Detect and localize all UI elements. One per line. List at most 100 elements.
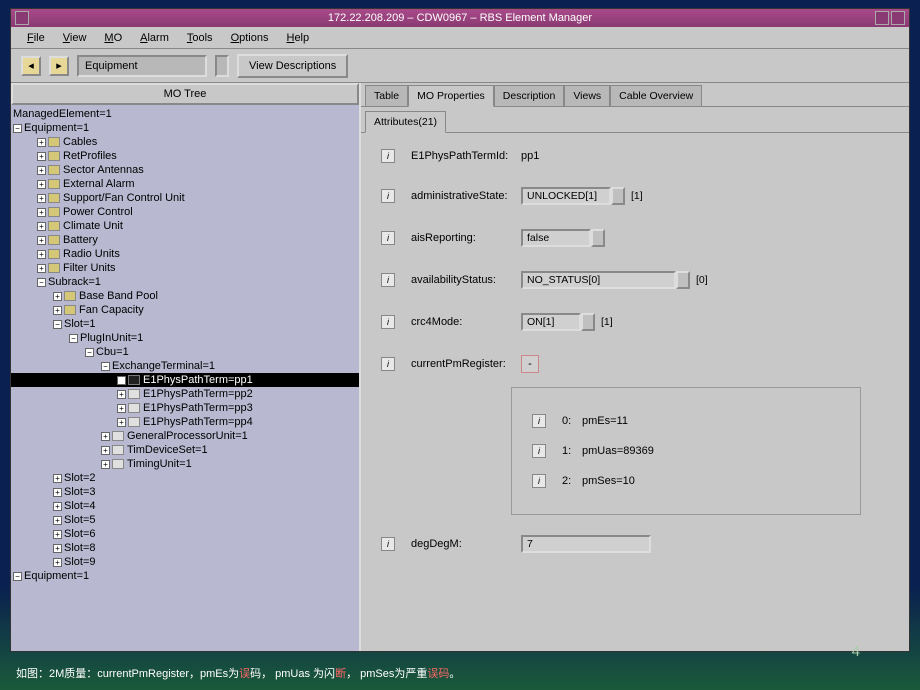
- info-icon[interactable]: i: [381, 189, 395, 203]
- expand-icon[interactable]: +: [101, 432, 110, 441]
- tree-item[interactable]: +TimingUnit=1: [11, 457, 359, 471]
- dropdown-icon[interactable]: [591, 229, 605, 247]
- tree-item[interactable]: −Slot=1: [11, 317, 359, 331]
- expand-icon[interactable]: +: [117, 390, 126, 399]
- tree-item[interactable]: +External Alarm: [11, 177, 359, 191]
- menu-options[interactable]: Options: [223, 29, 277, 47]
- minimize-button[interactable]: [875, 11, 889, 25]
- ais-input[interactable]: [521, 229, 591, 247]
- collapse-icon[interactable]: −: [101, 362, 110, 371]
- tree-item[interactable]: +Slot=2: [11, 471, 359, 485]
- collapse-icon[interactable]: −: [53, 320, 62, 329]
- menu-tools[interactable]: Tools: [179, 29, 221, 47]
- expand-icon[interactable]: +: [53, 530, 62, 539]
- tab-mo-properties[interactable]: MO Properties: [408, 85, 494, 107]
- tree-item[interactable]: −PlugInUnit=1: [11, 331, 359, 345]
- info-icon[interactable]: i: [381, 357, 395, 371]
- expand-icon[interactable]: +: [117, 404, 126, 413]
- expand-icon[interactable]: +: [53, 474, 62, 483]
- expand-icon[interactable]: +: [37, 236, 46, 245]
- view-descriptions-button[interactable]: View Descriptions: [237, 54, 348, 78]
- expand-icon[interactable]: +: [37, 194, 46, 203]
- tree-item[interactable]: −Equipment=1: [11, 121, 359, 135]
- expand-icon[interactable]: +: [117, 376, 126, 385]
- menu-view[interactable]: View: [55, 29, 95, 47]
- tree-item[interactable]: −ExchangeTerminal=1: [11, 359, 359, 373]
- tree-item[interactable]: +Sector Antennas: [11, 163, 359, 177]
- tree-item[interactable]: +Slot=9: [11, 555, 359, 569]
- admin-state-input[interactable]: [521, 187, 611, 205]
- tree-item[interactable]: +Slot=8: [11, 541, 359, 555]
- info-icon[interactable]: i: [381, 273, 395, 287]
- expand-icon[interactable]: +: [53, 544, 62, 553]
- expand-icon[interactable]: +: [37, 166, 46, 175]
- info-icon[interactable]: i: [532, 474, 546, 488]
- deg-input[interactable]: [521, 535, 651, 553]
- tree-item[interactable]: +E1PhysPathTerm=pp4: [11, 415, 359, 429]
- expand-icon[interactable]: +: [37, 222, 46, 231]
- tree-item[interactable]: +Fan Capacity: [11, 303, 359, 317]
- tab-views[interactable]: Views: [564, 85, 610, 106]
- info-icon[interactable]: i: [381, 149, 395, 163]
- tree-item[interactable]: +Power Control: [11, 205, 359, 219]
- expand-icon[interactable]: +: [37, 264, 46, 273]
- tree-item[interactable]: +Slot=3: [11, 485, 359, 499]
- info-icon[interactable]: i: [532, 414, 546, 428]
- tree-item[interactable]: −Subrack=1: [11, 275, 359, 289]
- titlebar[interactable]: 172.22.208.209 – CDW0967 – RBS Element M…: [11, 9, 909, 27]
- expand-icon[interactable]: +: [37, 250, 46, 259]
- tree-item[interactable]: −Equipment=1: [11, 569, 359, 583]
- tree-item[interactable]: +Cables: [11, 135, 359, 149]
- menu-mo[interactable]: MO: [96, 29, 130, 47]
- tree-item[interactable]: +Support/Fan Control Unit: [11, 191, 359, 205]
- tree-item[interactable]: +Slot=4: [11, 499, 359, 513]
- expand-icon[interactable]: +: [37, 138, 46, 147]
- location-field[interactable]: Equipment: [77, 55, 207, 77]
- expand-icon[interactable]: +: [53, 558, 62, 567]
- tab-table[interactable]: Table: [365, 85, 408, 106]
- tree-item[interactable]: +Climate Unit: [11, 219, 359, 233]
- tree-item[interactable]: +GeneralProcessorUnit=1: [11, 429, 359, 443]
- tree-item[interactable]: −Cbu=1: [11, 345, 359, 359]
- crc-input[interactable]: [521, 313, 581, 331]
- expand-icon[interactable]: +: [101, 446, 110, 455]
- dropdown-icon[interactable]: [676, 271, 690, 289]
- tree-item[interactable]: +Radio Units: [11, 247, 359, 261]
- tree-item[interactable]: +Base Band Pool: [11, 289, 359, 303]
- collapse-icon[interactable]: −: [37, 278, 46, 287]
- tree-item[interactable]: +E1PhysPathTerm=pp2: [11, 387, 359, 401]
- collapse-icon[interactable]: −: [69, 334, 78, 343]
- nav-forward-button[interactable]: ▸: [49, 56, 69, 76]
- info-icon[interactable]: i: [532, 444, 546, 458]
- tab-description[interactable]: Description: [494, 85, 565, 106]
- tree-item-selected[interactable]: +E1PhysPathTerm=pp1: [11, 373, 359, 387]
- info-icon[interactable]: i: [381, 537, 395, 551]
- collapse-icon[interactable]: −: [13, 572, 22, 581]
- expand-icon[interactable]: +: [53, 306, 62, 315]
- tree-item[interactable]: +Battery: [11, 233, 359, 247]
- info-icon[interactable]: i: [381, 231, 395, 245]
- location-dropdown[interactable]: [215, 55, 229, 77]
- expand-icon[interactable]: +: [37, 152, 46, 161]
- tree-item[interactable]: +Filter Units: [11, 261, 359, 275]
- menu-file[interactable]: File: [19, 29, 53, 47]
- mo-tree[interactable]: ManagedElement=1 −Equipment=1 +Cables +R…: [11, 105, 359, 651]
- expand-icon[interactable]: +: [117, 418, 126, 427]
- tab-attributes[interactable]: Attributes(21): [365, 111, 446, 133]
- tree-item[interactable]: +TimDeviceSet=1: [11, 443, 359, 457]
- collapse-icon[interactable]: −: [13, 124, 22, 133]
- tree-item[interactable]: +Slot=6: [11, 527, 359, 541]
- tree-item[interactable]: +RetProfiles: [11, 149, 359, 163]
- dropdown-icon[interactable]: [611, 187, 625, 205]
- menu-alarm[interactable]: Alarm: [132, 29, 177, 47]
- expand-icon[interactable]: +: [53, 516, 62, 525]
- menu-help[interactable]: Help: [278, 29, 317, 47]
- expand-icon[interactable]: +: [53, 292, 62, 301]
- tab-cable-overview[interactable]: Cable Overview: [610, 85, 702, 106]
- collapse-icon[interactable]: −: [85, 348, 94, 357]
- tree-item[interactable]: ManagedElement=1: [11, 107, 359, 121]
- maximize-button[interactable]: [891, 11, 905, 25]
- expand-icon[interactable]: +: [101, 460, 110, 469]
- avail-input[interactable]: [521, 271, 676, 289]
- expand-icon[interactable]: +: [53, 502, 62, 511]
